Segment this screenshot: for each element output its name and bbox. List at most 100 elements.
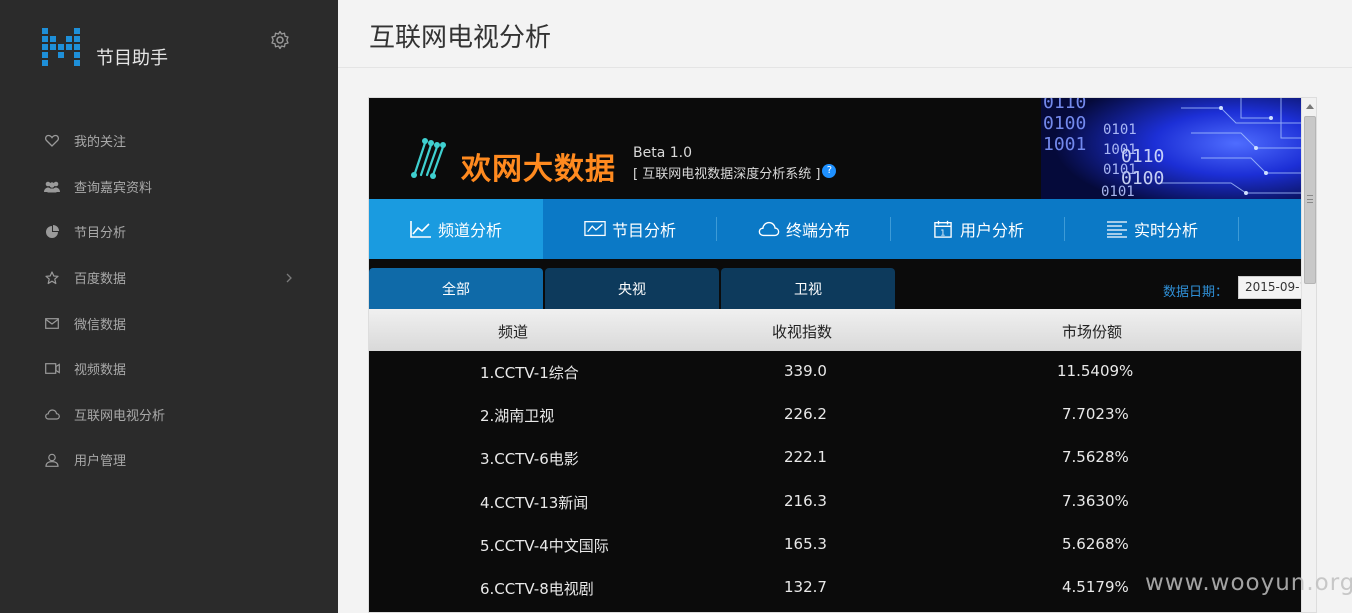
sidebar-nav: 我的关注 查询嘉宾资料 节目分析 百度数据 微信数据 视频数据 互联网电视分析 (0, 118, 338, 483)
table-row[interactable]: 5.CCTV-4中文国际 165.3 5.6268% (369, 524, 1301, 567)
table-row[interactable]: 2.湖南卫视 226.2 7.7023% (369, 394, 1301, 437)
sidebar-item-baidu-data[interactable]: 百度数据 (0, 255, 338, 301)
subtab-satellite[interactable]: 卫视 (721, 268, 895, 309)
table-header: 频道 收视指数 市场份额 (369, 309, 1301, 351)
sidebar: 节目助手 我的关注 查询嘉宾资料 节目分析 百度数据 微信数据 视频数据 互联网… (0, 0, 338, 613)
tab-user-analysis[interactable]: 1 用户分析 (891, 199, 1065, 259)
brand-title: 欢网大数据 (461, 152, 616, 187)
cell-channel: 3.CCTV-6电影 (480, 450, 579, 469)
sub-tab-bar: 全部 央视 卫视 数据日期： 2015-09-1 (369, 259, 1301, 309)
column-header-rating[interactable]: 收视指数 (772, 321, 832, 342)
sidebar-item-label: 我的关注 (74, 135, 127, 151)
dashboard-banner: 0110 0100 1001 0101 1001 0110 0100 0101 … (369, 98, 1301, 199)
sidebar-item-label: 查询嘉宾资料 (74, 180, 153, 196)
line-chart-icon (410, 221, 431, 238)
page-title: 互联网电视分析 (369, 23, 552, 53)
star-icon (44, 270, 60, 286)
cell-channel: 6.CCTV-8电视剧 (480, 579, 594, 598)
sidebar-item-video-data[interactable]: 视频数据 (0, 346, 338, 392)
cloud-icon (758, 221, 780, 237)
cloud-icon (44, 406, 60, 422)
scrollbar-grip (1307, 195, 1313, 203)
dashboard: 0110 0100 1001 0101 1001 0110 0100 0101 … (369, 98, 1301, 612)
user-icon (44, 452, 60, 468)
brand-subtitle: [ 互联网电视数据深度分析系统 ]? (633, 163, 837, 182)
banner-digits: 0100 (1043, 113, 1086, 134)
banner-digits: 0101 (1103, 122, 1137, 138)
sidebar-item-label: 用户管理 (74, 454, 127, 470)
tab-terminal-distribution[interactable]: 终端分布 (717, 199, 891, 259)
circuit-banner-image: 0110 0100 1001 0101 1001 0110 0100 0101 … (1041, 98, 1301, 199)
sidebar-item-label: 百度数据 (74, 272, 127, 288)
tab-label: 节目分析 (611, 221, 676, 240)
date-label: 数据日期： (1163, 285, 1229, 300)
cell-channel: 1.CCTV-1综合 (480, 364, 579, 382)
sidebar-item-program-analysis[interactable]: 节目分析 (0, 209, 338, 255)
subtab-cctv[interactable]: 央视 (545, 268, 719, 309)
column-header-channel[interactable]: 频道 (498, 321, 528, 342)
cell-share: 11.5409% (1057, 362, 1134, 380)
cell-share: 4.5179% (1062, 577, 1129, 596)
frame-scrollbar[interactable] (1301, 98, 1316, 612)
cell-share: 5.6268% (1062, 534, 1129, 553)
sidebar-item-internet-tv-analysis[interactable]: 互联网电视分析 (0, 392, 338, 438)
tab-label: 用户分析 (959, 221, 1024, 240)
cell-share: 7.3630% (1062, 491, 1129, 510)
app-logo-icon (42, 28, 80, 66)
cell-rating: 222.1 (784, 448, 827, 467)
circuit-logo-icon (411, 138, 446, 179)
watermark: www.wooyun.org (1145, 570, 1352, 596)
banner-digits: 0101 (1101, 184, 1135, 199)
tab-realtime-analysis[interactable]: 实时分析 (1065, 199, 1239, 259)
sidebar-item-user-management[interactable]: 用户管理 (0, 437, 338, 483)
sidebar-item-label: 微信数据 (74, 317, 127, 333)
sidebar-item-my-follow[interactable]: 我的关注 (0, 118, 338, 164)
cell-rating: 132.7 (784, 577, 827, 596)
scrollbar-thumb[interactable] (1304, 116, 1316, 284)
tab-divider (1238, 217, 1239, 241)
date-input[interactable]: 2015-09-1 (1238, 276, 1301, 299)
app-name: 节目助手 (96, 48, 168, 69)
tab-program-analysis[interactable]: 节目分析 (543, 199, 717, 259)
pie-chart-icon (44, 224, 60, 240)
users-icon (44, 178, 60, 194)
table-row[interactable]: 3.CCTV-6电影 222.1 7.5628% (369, 437, 1301, 480)
cell-rating: 339.0 (784, 362, 827, 380)
mail-icon (44, 315, 60, 331)
cell-channel: 4.CCTV-13新闻 (480, 493, 589, 512)
banner-digits: 0110 (1043, 98, 1086, 113)
gear-icon[interactable] (270, 30, 290, 50)
tab-label: 终端分布 (785, 221, 850, 240)
banner-digits: 0101 (1103, 162, 1137, 178)
calendar-user-icon: 1 (934, 220, 952, 238)
sidebar-item-guest-lookup[interactable]: 查询嘉宾资料 (0, 164, 338, 210)
subtab-all[interactable]: 全部 (369, 268, 543, 309)
cell-channel: 5.CCTV-4中文国际 (480, 536, 609, 555)
scroll-up-arrow-icon[interactable] (1302, 98, 1316, 115)
sidebar-item-label: 节目分析 (74, 226, 127, 242)
help-icon[interactable]: ? (822, 163, 837, 178)
list-icon (1106, 221, 1127, 238)
svg-text:1: 1 (940, 227, 945, 237)
cell-rating: 226.2 (784, 405, 827, 424)
cell-share: 7.7023% (1062, 405, 1129, 424)
brand-version: Beta 1.0 (633, 145, 693, 161)
tab-channel-analysis[interactable]: 频道分析 (369, 199, 543, 259)
monitor-chart-icon (584, 221, 606, 237)
table-row[interactable]: 1.CCTV-1综合 339.0 11.5409% (369, 351, 1301, 394)
sidebar-item-label: 互联网电视分析 (74, 408, 166, 424)
tab-label: 实时分析 (1133, 221, 1198, 240)
dashboard-frame: 0110 0100 1001 0101 1001 0110 0100 0101 … (368, 97, 1317, 613)
page-header: 互联网电视分析 (338, 0, 1352, 68)
sidebar-item-wechat-data[interactable]: 微信数据 (0, 300, 338, 346)
chevron-right-icon (286, 273, 292, 283)
table-row[interactable]: 4.CCTV-13新闻 216.3 7.3630% (369, 481, 1301, 524)
column-header-share[interactable]: 市场份额 (1062, 321, 1122, 342)
video-icon (44, 361, 60, 377)
cell-rating: 165.3 (784, 534, 827, 553)
cell-channel: 2.湖南卫视 (480, 407, 555, 426)
cell-rating: 216.3 (784, 491, 827, 510)
cell-share: 7.5628% (1062, 448, 1129, 467)
sidebar-item-label: 视频数据 (74, 363, 127, 379)
banner-digits: 1001 (1043, 134, 1086, 155)
